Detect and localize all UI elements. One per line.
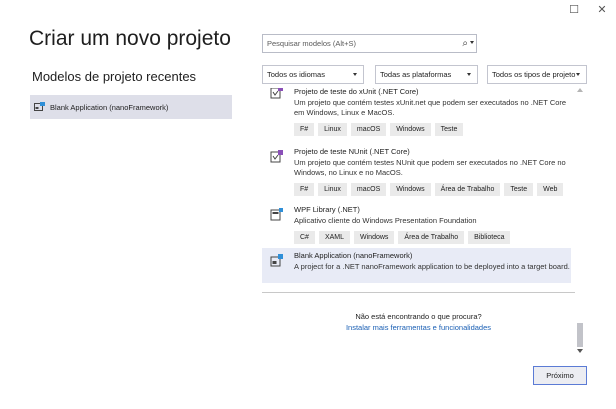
chevron-down-icon (467, 73, 471, 76)
install-more-tools-link[interactable]: Instalar mais ferramentas e funcionalida… (262, 322, 575, 333)
search-options-chevron-icon[interactable] (470, 41, 474, 44)
template-tag: Biblioteca (468, 231, 511, 244)
maximize-button[interactable]: ☐ (563, 2, 585, 18)
search-box[interactable]: ⌕ (262, 34, 477, 53)
template-tag: Windows (390, 123, 431, 136)
platform-filter-value: Todas as plataformas (380, 70, 452, 79)
language-filter-value: Todos os idiomas (267, 70, 325, 79)
template-list-scrollbar[interactable] (576, 88, 584, 353)
template-item-xunit[interactable]: Projeto de teste do xUnit (.NET Core) Um… (262, 88, 571, 138)
template-description: Um projeto que contém testes xUnit.net q… (294, 98, 567, 117)
template-item-nunit[interactable]: Projeto de teste NUnit (.NET Core) Um pr… (262, 144, 571, 208)
template-description: Aplicativo cliente do Windows Presentati… (294, 216, 477, 225)
project-type-filter-dropdown[interactable]: Todos os tipos de projeto (487, 65, 587, 84)
template-name: WPF Library (.NET) (294, 205, 360, 214)
template-item-wpf-library[interactable]: WPF Library (.NET) Aplicativo cliente do… (262, 202, 571, 248)
template-tag: Windows (354, 231, 395, 244)
template-description: Um projeto que contém testes NUnit que p… (294, 158, 566, 177)
template-tag: Teste (434, 123, 464, 136)
template-tag: F# (294, 183, 315, 196)
template-tag: Windows (390, 183, 431, 196)
test-project-icon (270, 150, 283, 163)
close-button[interactable]: ✕ (591, 2, 613, 18)
nanoframework-project-icon (34, 102, 45, 111)
next-button[interactable]: Próximo (533, 366, 587, 385)
platform-filter-dropdown[interactable]: Todas as plataformas (375, 65, 478, 84)
template-tag: C# (294, 231, 315, 244)
recent-template-item[interactable]: Blank Application (nanoFramework) (30, 95, 232, 119)
project-type-filter-value: Todos os tipos de projeto (492, 70, 576, 79)
scroll-up-arrow-icon[interactable] (577, 88, 583, 92)
template-list[interactable]: Projeto de teste do xUnit (.NET Core) Um… (262, 88, 575, 292)
template-name: Projeto de teste NUnit (.NET Core) (294, 147, 410, 156)
test-project-icon (270, 88, 283, 99)
scroll-down-arrow-icon[interactable] (577, 349, 583, 353)
recent-templates-heading: Modelos de projeto recentes (32, 69, 197, 84)
template-tag: Área de Trabalho (434, 183, 501, 196)
template-tag: Linux (318, 123, 347, 136)
template-tag: Área de Trabalho (398, 231, 465, 244)
template-name: Blank Application (nanoFramework) (294, 251, 413, 260)
template-tag: Teste (504, 183, 534, 196)
page-title: Criar um novo projeto (29, 27, 231, 50)
wpf-library-icon (270, 208, 283, 221)
search-icon[interactable]: ⌕ (462, 38, 468, 49)
template-tag: macOS (350, 183, 387, 196)
template-tag: XAML (318, 231, 351, 244)
language-filter-dropdown[interactable]: Todos os idiomas (262, 65, 364, 84)
recent-template-label: Blank Application (nanoFramework) (50, 102, 169, 112)
search-input[interactable] (267, 39, 451, 48)
scroll-thumb[interactable] (577, 323, 583, 347)
template-item-blank-nanoframework[interactable]: Blank Application (nanoFramework) A proj… (262, 248, 571, 283)
nanoframework-project-icon (270, 254, 283, 267)
chevron-down-icon (353, 73, 357, 76)
template-tag: Linux (318, 183, 347, 196)
template-tag: Web (537, 183, 564, 196)
template-tag: F# (294, 123, 315, 136)
chevron-down-icon (576, 73, 580, 76)
template-tag: macOS (350, 123, 387, 136)
template-description: A project for a .NET nanoFramework appli… (294, 262, 570, 271)
template-name: Projeto de teste do xUnit (.NET Core) (294, 88, 419, 96)
not-found-section: Não está encontrando o que procura? Inst… (262, 311, 575, 333)
list-divider (262, 292, 575, 293)
not-found-question: Não está encontrando o que procura? (355, 312, 482, 321)
